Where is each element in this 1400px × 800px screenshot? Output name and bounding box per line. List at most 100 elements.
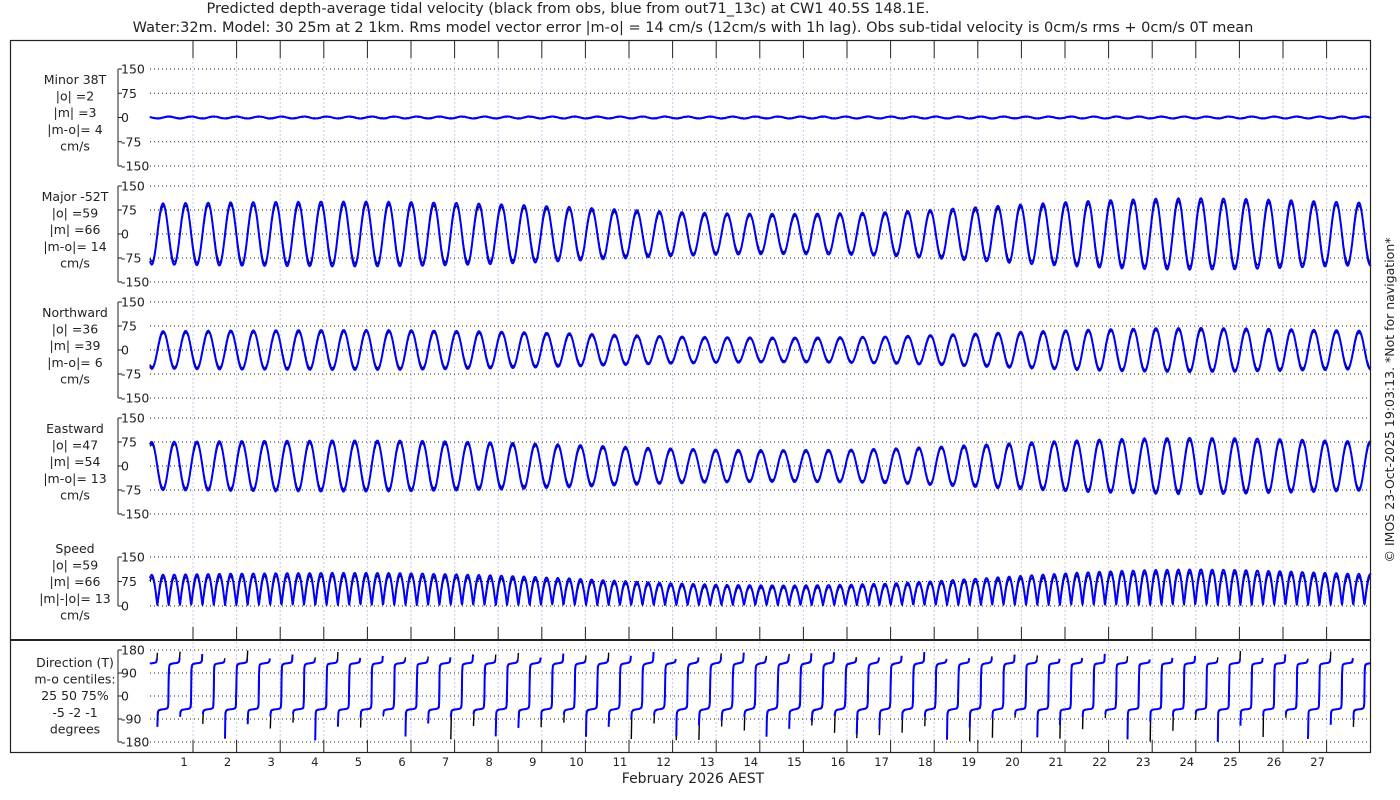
y-tick-label: -150 (121, 391, 149, 406)
panel-label-direction: m-o centiles: (34, 672, 115, 687)
panel-label-minor: |m-o|= 4 (47, 122, 102, 137)
y-tick-label: -75 (121, 483, 141, 498)
y-tick-label: -180 (121, 735, 149, 750)
y-tick-label: 0 (121, 110, 129, 125)
x-tick-label: 21 (1049, 755, 1064, 769)
y-tick-label: -75 (121, 367, 141, 382)
panel-label-speed: |o| =59 (52, 558, 98, 573)
copyright-notice: © IMOS 23-Oct-2025 19:03:13. *Not for na… (1382, 238, 1397, 563)
axes: 1 2 3 4 5 6 7 8 9 10 11 12 13 14 15 16 17 18 19 20 21 22 23 24 2… (34, 40, 1328, 769)
speed-model-line (149, 568, 1372, 607)
panel-label-north: |m-o|= 6 (47, 355, 102, 370)
panel-label-direction: degrees (50, 721, 100, 736)
y-tick-label: 150 (121, 62, 145, 77)
panel-label-major: |o| =59 (52, 206, 98, 221)
panel-label-direction: -5 -2 -1 (52, 705, 97, 720)
x-tick-label: 2 (224, 755, 231, 769)
chart-title: Predicted depth-average tidal velocity (… (206, 1, 929, 17)
x-tick-label: 1 (180, 755, 187, 769)
y-tick-label: 0 (121, 599, 129, 614)
panel-label-east: |o| =47 (52, 438, 98, 453)
chart-subtitle: Water:32m. Model: 30 25m at 2 1km. Rms m… (133, 20, 1254, 36)
y-tick-label: 75 (121, 319, 137, 334)
panel-label-direction: Direction (T) (36, 655, 114, 670)
x-tick-label: 6 (398, 755, 405, 769)
panel-label-major: |m-o|= 14 (43, 239, 106, 254)
y-tick-label: 150 (121, 550, 145, 565)
x-tick-label: 3 (268, 755, 275, 769)
panel-label-east: |m-o|= 13 (43, 471, 106, 486)
panel-label-speed: Speed (55, 541, 94, 556)
x-tick-label: 15 (787, 755, 802, 769)
east-obs-line (149, 439, 1372, 493)
panel-label-major: cm/s (60, 255, 90, 270)
major-model-line (149, 197, 1372, 271)
x-tick-label: 16 (831, 755, 846, 769)
x-tick-label: 9 (529, 755, 536, 769)
x-tick-label: 12 (656, 755, 671, 769)
panel-label-east: Eastward (46, 421, 104, 436)
grid (150, 58, 1370, 752)
panel-label-speed: |m| =66 (50, 574, 101, 589)
tidal-velocity-chart: Predicted depth-average tidal velocity (… (9, 1, 1397, 787)
y-tick-label: -90 (121, 712, 141, 727)
y-tick-label: 180 (121, 643, 145, 658)
minor-model-line (149, 115, 1372, 120)
x-tick-label: 10 (569, 755, 584, 769)
panel-label-east: cm/s (60, 487, 90, 502)
y-tick-label: 0 (121, 227, 129, 242)
major-obs-line (149, 200, 1372, 268)
y-tick-label: 150 (121, 411, 145, 426)
y-tick-label: 0 (121, 459, 129, 474)
x-tick-label: 24 (1179, 755, 1194, 769)
y-tick-label: -75 (121, 251, 141, 266)
panel-label-speed: |m|-|o|= 13 (39, 591, 111, 606)
x-tick-label: 19 (961, 755, 976, 769)
y-tick-label: 150 (121, 179, 145, 194)
x-tick-label: 11 (613, 755, 628, 769)
panel-label-speed: cm/s (60, 607, 90, 622)
x-tick-label: 26 (1267, 755, 1282, 769)
y-tick-label: 0 (121, 343, 129, 358)
panel-label-minor: |o| =2 (56, 89, 94, 104)
panel-label-major: Major -52T (42, 189, 109, 204)
panel-label-north: Northward (42, 305, 108, 320)
x-tick-label: 7 (442, 755, 449, 769)
data-series (149, 115, 1372, 742)
y-tick-label: 0 (121, 689, 129, 704)
plot-frame (9, 39, 1372, 754)
y-tick-label: -75 (121, 134, 141, 149)
y-tick-label: -150 (121, 275, 149, 290)
y-tick-label: 90 (121, 666, 137, 681)
y-tick-label: 150 (121, 295, 145, 310)
panel-label-east: |m| =54 (50, 454, 101, 469)
panel-label-minor: cm/s (60, 138, 90, 153)
x-tick-label: 18 (918, 755, 933, 769)
x-tick-label: 25 (1223, 755, 1238, 769)
panel-label-north: |o| =36 (52, 322, 98, 337)
panel-label-direction: 25 50 75% (41, 688, 109, 703)
y-tick-label: -150 (121, 159, 149, 174)
x-tick-label: 22 (1092, 755, 1107, 769)
panel-label-minor: Minor 38T (44, 72, 107, 87)
east-model-line (149, 436, 1372, 496)
y-tick-label: 75 (121, 574, 137, 589)
y-tick-label: 75 (121, 86, 137, 101)
x-tick-label: 17 (874, 755, 889, 769)
x-tick-label: 23 (1136, 755, 1151, 769)
x-axis-label: February 2026 AEST (622, 771, 765, 787)
panel-label-north: |m| =39 (50, 338, 101, 353)
x-tick-label: 4 (311, 755, 318, 769)
x-tick-label: 27 (1310, 755, 1325, 769)
x-tick-label: 14 (743, 755, 758, 769)
panel-label-major: |m| =66 (50, 222, 101, 237)
x-tick-label: 13 (700, 755, 715, 769)
x-tick-label: 8 (486, 755, 493, 769)
direction-model-line (149, 651, 1372, 742)
x-tick-label: 20 (1005, 755, 1020, 769)
y-tick-label: 75 (121, 203, 137, 218)
y-tick-label: 75 (121, 435, 137, 450)
north-model-line (149, 326, 1372, 374)
y-tick-label: -150 (121, 507, 149, 522)
x-tick-label: 5 (355, 755, 362, 769)
